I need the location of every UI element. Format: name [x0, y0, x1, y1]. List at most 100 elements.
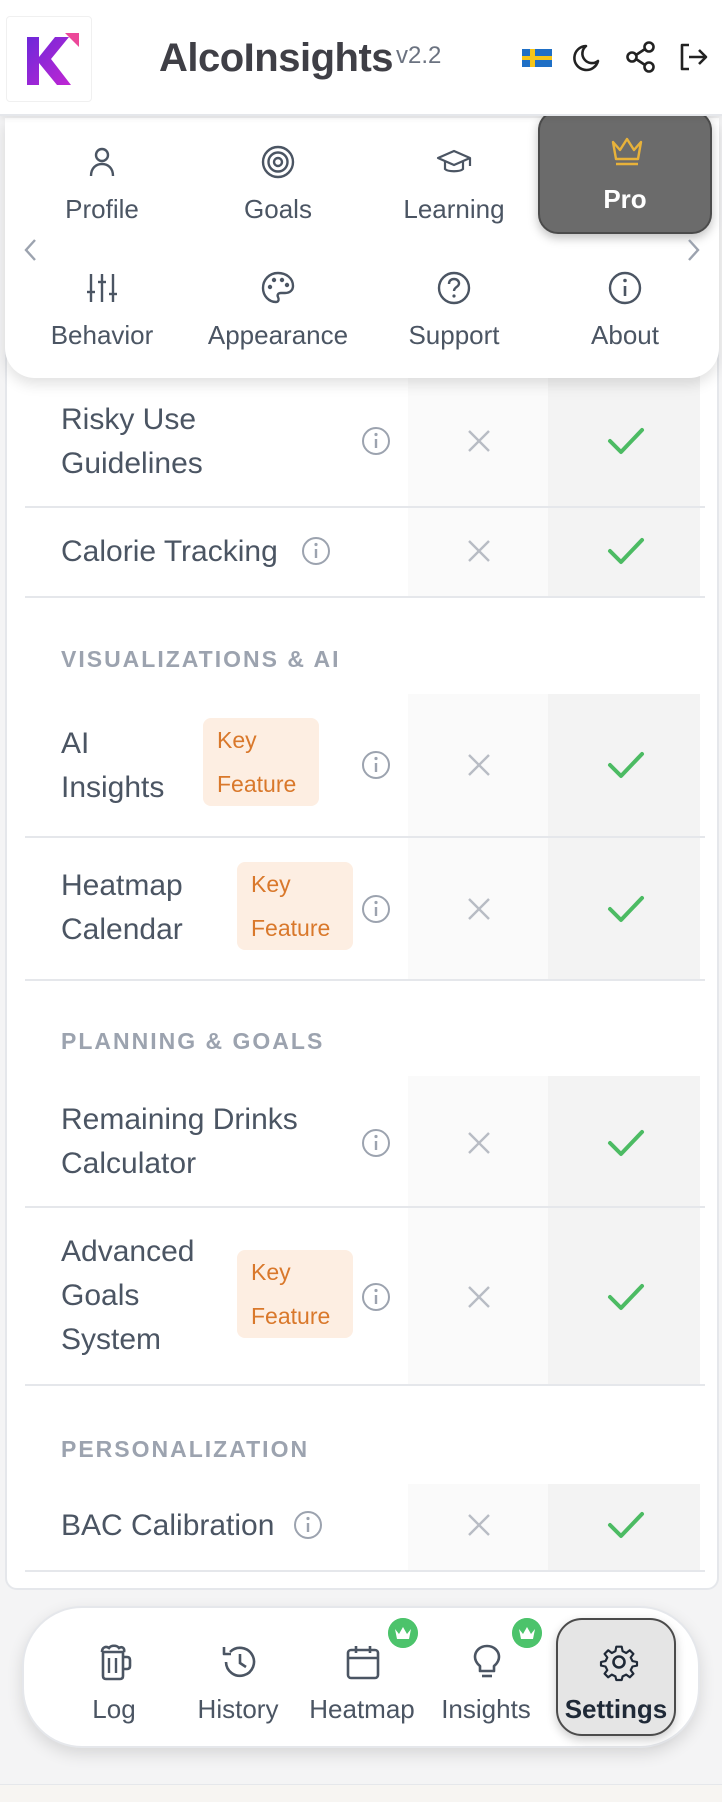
- check-icon: [608, 1284, 644, 1310]
- tab-learning[interactable]: Learning: [369, 118, 539, 228]
- info-icon[interactable]: [361, 894, 391, 924]
- chevron-left-icon[interactable]: [21, 236, 41, 264]
- nav-history[interactable]: History: [178, 1620, 298, 1738]
- section-title-planning-goals: PLANNING & GOALS: [61, 1028, 325, 1054]
- info-icon[interactable]: [301, 536, 331, 566]
- check-icon: [608, 428, 644, 454]
- nav-label: History: [197, 1694, 279, 1724]
- log-icon: [100, 1644, 132, 1681]
- section-title-visualizations: VISUALIZATIONS & AI: [61, 646, 341, 672]
- sliders-icon: [87, 274, 117, 302]
- tab-label: About: [591, 320, 659, 350]
- lightbulb-icon: [473, 1644, 501, 1678]
- key-feature-badge: Key Feature: [237, 1250, 353, 1338]
- info-icon[interactable]: [361, 1282, 391, 1312]
- history-icon: [222, 1646, 256, 1678]
- tab-label: Support: [408, 320, 500, 350]
- user-icon: [89, 147, 115, 177]
- tab-label: Learning: [403, 194, 505, 224]
- pro-crown-badge-icon: [512, 1618, 542, 1648]
- bottom-navigation: Log History Heatmap Insights Settings: [22, 1606, 700, 1748]
- graduation-cap-icon: [436, 149, 472, 173]
- bottom-strip: [0, 1784, 722, 1802]
- check-icon: [608, 896, 644, 922]
- feature-name: Risky Use Guidelines: [61, 398, 203, 486]
- tab-label: Pro: [603, 184, 647, 214]
- info-icon[interactable]: [361, 426, 391, 456]
- info-icon[interactable]: [293, 1510, 323, 1540]
- check-icon: [608, 1512, 644, 1538]
- key-feature-badge: Key Feature: [203, 718, 319, 806]
- tab-appearance[interactable]: Appearance: [193, 244, 363, 354]
- feature-name-line: Calculator: [61, 1147, 197, 1180]
- help-circle-icon: [437, 271, 471, 305]
- feature-name: Advanced Goals System: [61, 1230, 194, 1362]
- feature-row-ai-insights: AI Insights Key Feature: [25, 694, 705, 838]
- nav-label: Heatmap: [309, 1694, 415, 1724]
- crown-icon: [611, 137, 643, 166]
- info-icon[interactable]: [361, 750, 391, 780]
- section-title-personalization: PERSONALIZATION: [61, 1436, 310, 1462]
- x-mark-icon: [468, 430, 490, 452]
- info-icon: [608, 271, 642, 305]
- logout-icon[interactable]: [676, 40, 710, 74]
- nav-label: Insights: [441, 1694, 531, 1724]
- x-mark-icon: [468, 540, 490, 562]
- tab-behavior[interactable]: Behavior: [17, 244, 187, 354]
- check-icon: [608, 1130, 644, 1156]
- app-logo[interactable]: [6, 16, 92, 102]
- check-icon: [608, 752, 644, 778]
- pro-comparison-table: Risky Use Guidelines Calorie Tracking VI…: [5, 320, 719, 1590]
- nav-heatmap[interactable]: Heatmap: [302, 1618, 422, 1738]
- feature-name: BAC Calibration: [61, 1509, 275, 1542]
- pro-crown-badge-icon: [388, 1618, 418, 1648]
- nav-log[interactable]: Log: [54, 1620, 174, 1738]
- feature-name: Calorie Tracking: [61, 535, 278, 568]
- info-icon[interactable]: [361, 1128, 391, 1158]
- app-header: AlcoInsights v2.2: [0, 0, 722, 116]
- feature-name-line: Insights: [61, 771, 165, 804]
- tab-goals[interactable]: Goals: [193, 118, 363, 228]
- x-mark-icon: [468, 754, 490, 776]
- badge-line: Feature: [251, 915, 331, 941]
- tab-label: Appearance: [207, 320, 349, 350]
- tab-label: Goals: [244, 194, 312, 224]
- key-feature-badge: Key Feature: [237, 862, 353, 950]
- feature-name-line: Goals: [61, 1279, 140, 1312]
- feature-name: AI Insights: [61, 722, 164, 810]
- feature-name: Remaining Drinks Calculator: [61, 1098, 298, 1186]
- feature-name-line: Advanced: [61, 1235, 195, 1268]
- share-icon[interactable]: [624, 40, 658, 74]
- check-icon: [608, 538, 644, 564]
- feature-name-line: Remaining Drinks: [61, 1103, 298, 1136]
- target-icon: [261, 145, 295, 179]
- badge-line: Key: [217, 727, 257, 753]
- tab-pro[interactable]: Pro: [538, 110, 712, 234]
- feature-name-line: Risky Use: [61, 403, 197, 436]
- x-mark-icon: [468, 1514, 490, 1536]
- palette-icon: [261, 271, 295, 304]
- feature-name-line: AI: [61, 727, 90, 760]
- badge-line: Key: [251, 1259, 291, 1285]
- app-title: AlcoInsights: [159, 36, 394, 80]
- nav-settings[interactable]: Settings: [556, 1618, 676, 1736]
- feature-name-line: Calendar: [61, 913, 183, 946]
- chevron-right-icon[interactable]: [683, 236, 703, 264]
- feature-row-bac-calibration: BAC Calibration: [25, 1484, 705, 1572]
- x-mark-icon: [468, 1286, 490, 1308]
- nav-label: Log: [92, 1694, 136, 1724]
- tab-support[interactable]: Support: [369, 244, 539, 354]
- feature-row-heatmap-calendar: Heatmap Calendar Key Feature: [25, 838, 705, 981]
- feature-row-calorie-tracking: Calorie Tracking: [25, 508, 705, 598]
- feature-name-line: Heatmap: [61, 869, 183, 902]
- nav-insights[interactable]: Insights: [426, 1618, 546, 1738]
- feature-row-remaining-drinks: Remaining Drinks Calculator: [25, 1076, 705, 1208]
- feature-name-line: Guidelines: [61, 447, 203, 480]
- sweden-flag-icon[interactable]: [520, 40, 554, 74]
- moon-icon[interactable]: [572, 40, 606, 74]
- tab-profile[interactable]: Profile: [17, 118, 187, 228]
- badge-line: Feature: [251, 1303, 331, 1329]
- settings-tabs-panel: Profile Goals Learning Pro Behavior Appe…: [5, 110, 719, 378]
- badge-line: Feature: [217, 771, 297, 797]
- feature-row-advanced-goals: Advanced Goals System Key Feature: [25, 1208, 705, 1386]
